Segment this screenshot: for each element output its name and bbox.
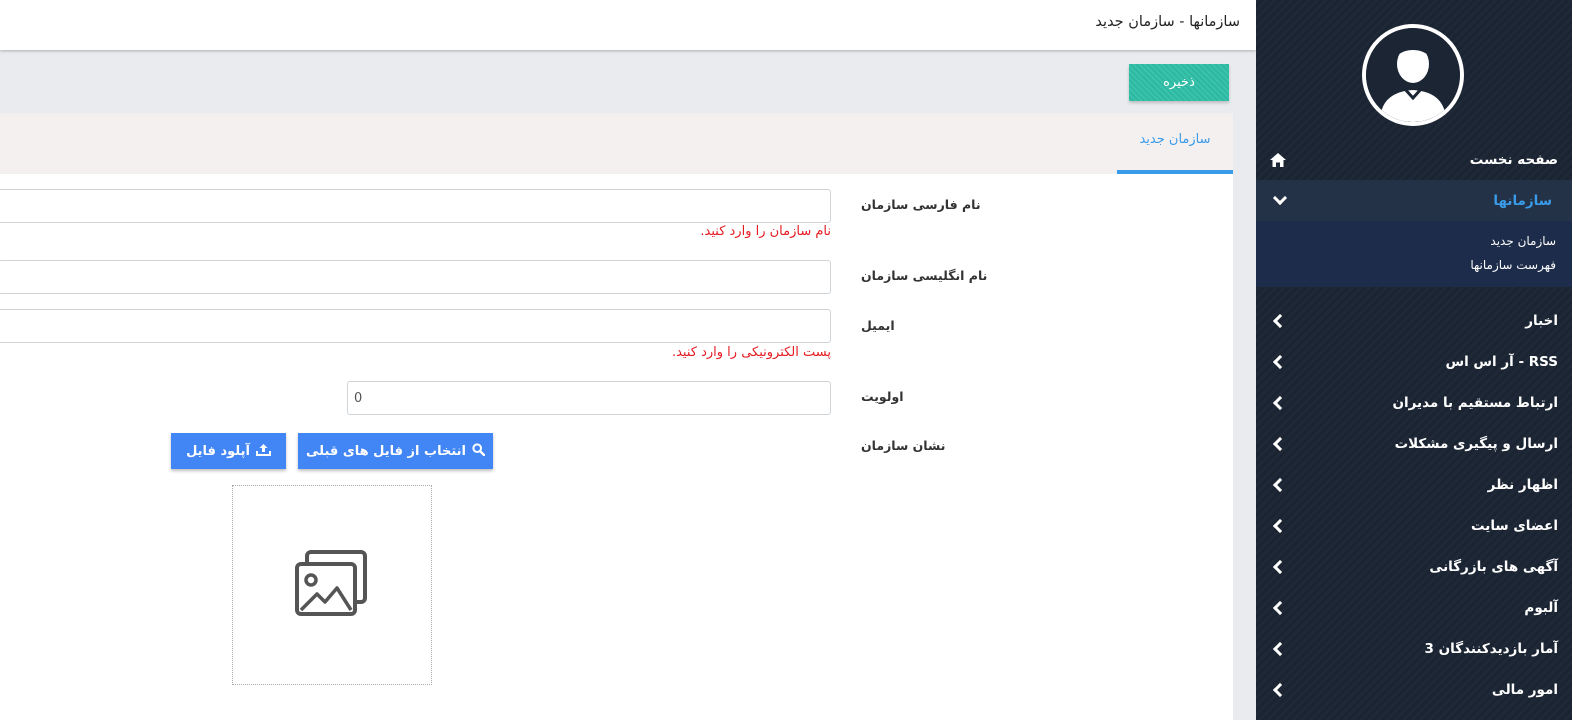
email-error: پست الکترونیکی را وارد کنید. bbox=[671, 345, 831, 360]
submenu-item-new-organization[interactable]: سازمان جدید bbox=[1256, 229, 1556, 253]
sidebar-item-label: ارتباط مستقیم با مدیران bbox=[1392, 394, 1558, 411]
sidebar-item-organizations[interactable]: سازمانها bbox=[1256, 180, 1572, 221]
submenu-item-organization-list[interactable]: فهرست سازمانها bbox=[1256, 253, 1556, 277]
sidebar-item-issues[interactable]: ارسال و پیگیری مشکلات bbox=[1256, 423, 1572, 464]
chevron-left-icon bbox=[1270, 559, 1287, 575]
sidebar-item-ads[interactable]: آگهی های بازرگانی bbox=[1256, 546, 1572, 587]
name-fa-error: نام سازمان را وارد کنید. bbox=[700, 224, 831, 239]
sidebar-item-news[interactable]: اخبار bbox=[1256, 300, 1572, 341]
sidebar-item-rss[interactable]: آر اس اس - RSS bbox=[1256, 341, 1572, 382]
sidebar-item-members[interactable]: اعضای سایت bbox=[1256, 505, 1572, 546]
chevron-left-icon bbox=[1270, 682, 1287, 698]
sidebar-item-label: اخبار bbox=[1525, 312, 1558, 329]
name-en-input[interactable] bbox=[0, 260, 831, 294]
image-placeholder-icon bbox=[295, 550, 369, 620]
chevron-left-icon bbox=[1270, 354, 1287, 370]
chevron-left-icon bbox=[1270, 395, 1287, 411]
search-icon bbox=[472, 442, 486, 460]
sidebar-item-label: اظهار نظر bbox=[1487, 476, 1558, 493]
sidebar-item-label: ارسال و پیگیری مشکلات bbox=[1394, 435, 1558, 452]
priority-label: اولویت bbox=[861, 389, 904, 404]
sidebar-item-album[interactable]: آلبوم bbox=[1256, 587, 1572, 628]
chevron-left-icon bbox=[1270, 313, 1287, 329]
tab-new-organization[interactable]: سازمان جدید bbox=[1117, 113, 1233, 174]
logo-preview[interactable] bbox=[232, 485, 432, 685]
organizations-submenu: سازمان جدید فهرست سازمانها bbox=[1256, 221, 1572, 287]
logo-label: نشان سازمان bbox=[861, 438, 946, 453]
sidebar-item-label: آلبوم bbox=[1524, 599, 1558, 616]
upload-icon bbox=[255, 443, 271, 460]
email-label: ایمیل bbox=[861, 318, 895, 333]
upload-file-button[interactable]: آپلود فایل bbox=[171, 433, 286, 469]
sidebar-item-label: آمار بازدیدکنندگان 3 bbox=[1424, 640, 1558, 657]
select-previous-files-button[interactable]: انتخاب از فایل های قبلی bbox=[298, 433, 493, 469]
email-input[interactable] bbox=[0, 309, 831, 343]
panel-header: سازمان جدید bbox=[0, 113, 1233, 174]
sidebar-item-label: اعضای سایت bbox=[1471, 517, 1558, 534]
sidebar-menu: صفحه نخست سازمانها سازمان جدید فهرست ساز… bbox=[1256, 140, 1572, 710]
sidebar-item-label: آگهی های بازرگانی bbox=[1429, 558, 1558, 575]
sidebar-item-label: صفحه نخست bbox=[1469, 152, 1558, 168]
sidebar-item-visitor-stats[interactable]: آمار بازدیدکنندگان 3 bbox=[1256, 628, 1572, 669]
sidebar-item-finance[interactable]: امور مالی bbox=[1256, 669, 1572, 710]
sidebar-item-label: آر اس اس - RSS bbox=[1445, 353, 1558, 370]
top-header: سازمانها - سازمان جدید bbox=[0, 0, 1256, 50]
chevron-left-icon bbox=[1270, 518, 1287, 534]
name-en-label: نام انگلیسی سازمان bbox=[861, 268, 988, 283]
user-avatar[interactable] bbox=[1362, 24, 1464, 126]
sidebar-item-contact-managers[interactable]: ارتباط مستقیم با مدیران bbox=[1256, 382, 1572, 423]
page-title: سازمانها - سازمان جدید bbox=[1095, 14, 1240, 30]
chevron-left-icon bbox=[1270, 600, 1287, 616]
chevron-left-icon bbox=[1270, 436, 1287, 452]
sidebar: صفحه نخست سازمانها سازمان جدید فهرست ساز… bbox=[1256, 0, 1572, 720]
chevron-left-icon bbox=[1270, 477, 1287, 493]
priority-input[interactable] bbox=[347, 381, 831, 415]
sidebar-item-label: امور مالی bbox=[1491, 681, 1558, 698]
chevron-down-icon bbox=[1270, 190, 1287, 209]
upload-label: آپلود فایل bbox=[186, 443, 250, 459]
sidebar-item-comments[interactable]: اظهار نظر bbox=[1256, 464, 1572, 505]
chevron-left-icon bbox=[1270, 641, 1287, 657]
user-icon bbox=[1366, 28, 1460, 122]
name-fa-input[interactable] bbox=[0, 189, 831, 223]
home-icon bbox=[1270, 152, 1286, 168]
sidebar-item-label: سازمانها bbox=[1493, 192, 1552, 209]
select-label: انتخاب از فایل های قبلی bbox=[306, 443, 466, 459]
save-button[interactable]: ذخیره bbox=[1129, 64, 1229, 101]
sidebar-item-home[interactable]: صفحه نخست bbox=[1256, 140, 1572, 180]
name-fa-label: نام فارسی سازمان bbox=[861, 197, 981, 212]
